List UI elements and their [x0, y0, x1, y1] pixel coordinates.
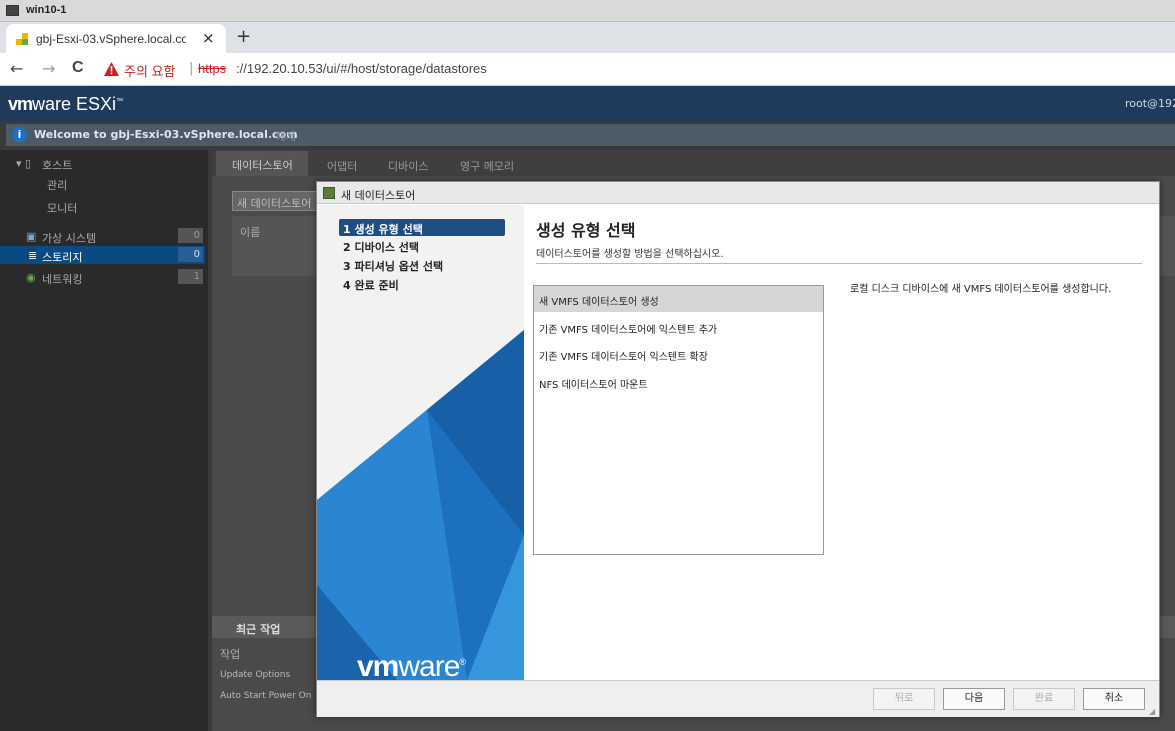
wizard-step-3[interactable]: 3 파티셔닝 옵션 선택: [339, 256, 505, 273]
address-bar: ← → C 주의 요함 | https ://192.20.10.53/ui/#…: [0, 53, 1175, 86]
info-icon: i: [12, 127, 27, 142]
wizard-step-4[interactable]: 4 완료 준비: [339, 275, 505, 292]
wizard-steps-panel: 1 생성 유형 선택 2 디바이스 선택 3 파티셔닝 옵션 선택 4 완료 준…: [317, 205, 524, 680]
datastore-icon: [323, 187, 335, 199]
esxi-logo: vmware ESXi™: [8, 94, 124, 114]
browser-tab[interactable]: gbj-Esxi-03.vSphere.local.com - ×: [6, 24, 226, 53]
back-button[interactable]: 뒤로: [873, 688, 935, 710]
dialog-titlebar: 새 데이터스토어: [317, 182, 1159, 204]
task-row: Update Options: [220, 670, 291, 680]
option-new-vmfs[interactable]: 새 VMFS 데이터스토어 생성: [534, 286, 823, 312]
page-subtitle: 데이터스토어를 생성할 방법을 선택하십시오.: [536, 249, 724, 260]
vmware-favicon-icon: [16, 33, 28, 45]
user-menu[interactable]: root@192: [1125, 97, 1175, 110]
resize-handle-icon[interactable]: ◢: [1149, 707, 1155, 716]
reload-button[interactable]: C: [72, 59, 84, 77]
security-warning-text[interactable]: 주의 요함: [124, 61, 175, 80]
welcome-dismiss[interactable]: - 해제: [268, 128, 296, 144]
browser-tab-bar: gbj-Esxi-03.vSphere.local.com - × +: [0, 22, 1175, 53]
tab-datastores[interactable]: 데이터스토어: [216, 151, 308, 176]
back-button[interactable]: ←: [10, 59, 23, 78]
window-icon: [6, 5, 19, 16]
nav-item-vms[interactable]: ▣ 가상 시스템 0: [0, 227, 205, 245]
tab-persistent-memory[interactable]: 영구 메모리: [460, 158, 514, 174]
new-tab-button[interactable]: +: [236, 26, 251, 47]
tab-devices[interactable]: 디바이스: [388, 158, 428, 174]
tab-title: gbj-Esxi-03.vSphere.local.com -: [36, 32, 186, 46]
wizard-step-1[interactable]: 1 생성 유형 선택: [339, 219, 505, 236]
nav-item-monitor[interactable]: 모니터: [0, 197, 205, 215]
tab-close-icon[interactable]: ×: [202, 29, 215, 47]
next-button[interactable]: 다음: [943, 688, 1005, 710]
task-row: Auto Start Power On: [220, 691, 312, 701]
network-icon: ◉: [26, 271, 36, 284]
new-datastore-dialog: 새 데이터스토어 1 생성 유형 선택 2 디바이스 선택 3 파티셔닝 옵션 …: [316, 181, 1160, 717]
url-path[interactable]: ://192.20.10.53/ui/#/host/storage/datast…: [236, 61, 487, 76]
welcome-banner: i Welcome to gbj-Esxi-03.vSphere.local.c…: [6, 124, 1175, 146]
new-datastore-button-bg[interactable]: 새 데이터스토어: [232, 191, 322, 211]
vm-icon: ▣: [26, 230, 37, 243]
cancel-button[interactable]: 취소: [1083, 688, 1145, 710]
os-window-titlebar: win10-1: [0, 0, 1175, 22]
storage-count-badge: 0: [178, 247, 203, 262]
url-separator: |: [189, 61, 194, 76]
network-count-badge: 1: [178, 269, 203, 284]
welcome-text: Welcome to gbj-Esxi-03.vSphere.local.com: [34, 128, 298, 141]
dialog-footer: 뒤로 다음 완료 취소 ◢: [317, 680, 1159, 717]
tab-adapters[interactable]: 어댑터: [327, 158, 357, 174]
nav-item-host[interactable]: ▾ ▯ 호스트: [0, 154, 205, 172]
creation-type-list: 새 VMFS 데이터스토어 생성 기존 VMFS 데이터스토어에 익스텐트 추가…: [533, 285, 824, 555]
url-scheme[interactable]: https: [198, 61, 226, 76]
vmware-logo: vmware®: [357, 650, 466, 680]
wizard-content: 생성 유형 선택 데이터스토어를 생성할 방법을 선택하십시오. 새 VMFS …: [524, 205, 1160, 680]
esxi-header: vmware ESXi™ root@192: [0, 86, 1175, 121]
nav-item-networking[interactable]: ◉ 네트워킹 1: [0, 268, 205, 286]
forward-button[interactable]: →: [42, 59, 55, 78]
task-column-header: 작업: [220, 648, 241, 661]
option-description: 로컬 디스크 디바이스에 새 VMFS 데이터스토어를 생성합니다.: [850, 284, 1112, 295]
wizard-step-2[interactable]: 2 디바이스 선택: [339, 237, 505, 254]
navigator-panel: ▾ ▯ 호스트 관리 모니터 ▣ 가상 시스템 0 ≣ 스토리지 0 ◉ 네트워…: [0, 150, 208, 731]
column-header-name: 이름: [240, 226, 261, 239]
nav-item-storage[interactable]: ≣ 스토리지 0: [0, 246, 205, 264]
divider: [536, 263, 1142, 264]
host-icon: ▾ ▯: [16, 157, 32, 170]
option-add-extent[interactable]: 기존 VMFS 데이터스토어에 익스텐트 추가: [534, 314, 823, 340]
finish-button[interactable]: 완료: [1013, 688, 1075, 710]
dialog-title: 새 데이터스토어: [341, 189, 416, 202]
warning-icon[interactable]: [104, 62, 119, 76]
option-expand-extent[interactable]: 기존 VMFS 데이터스토어 익스텐트 확장: [534, 341, 823, 367]
storage-icon: ≣: [28, 249, 38, 262]
page-title: 생성 유형 선택: [536, 221, 636, 240]
nav-item-manage[interactable]: 관리: [0, 174, 205, 192]
os-window-title: win10-1: [26, 4, 67, 16]
vm-count-badge: 0: [178, 228, 203, 243]
option-mount-nfs[interactable]: NFS 데이터스토어 마운트: [534, 369, 823, 395]
